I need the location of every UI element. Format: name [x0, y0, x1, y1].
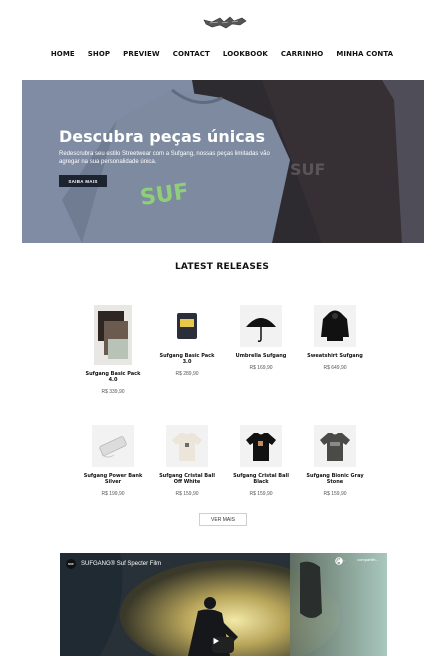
- power-bank-icon[interactable]: [92, 425, 134, 467]
- hero-title: Descubra peças únicas: [59, 127, 265, 146]
- channel-avatar[interactable]: SUF: [66, 559, 76, 569]
- product-name[interactable]: Sufgang Basic Pack 3.0: [157, 353, 217, 365]
- hoodie-icon[interactable]: [314, 305, 356, 347]
- product-card[interactable]: Sufgang Cristal Ball Off White R$ 159,90: [150, 425, 224, 497]
- nav-cart[interactable]: CARRINHO: [281, 50, 323, 58]
- share-label: compartilh...: [357, 557, 379, 562]
- latest-releases-title: LATEST RELEASES: [174, 262, 270, 272]
- svg-text:SUF: SUF: [290, 160, 325, 179]
- product-price: R$ 339,90: [101, 389, 125, 395]
- umbrella-icon[interactable]: [240, 305, 282, 347]
- product-grid-row-1: Sufgang Basic Pack 4.0 R$ 339,90 Sufgang…: [76, 305, 372, 395]
- product-name[interactable]: Sufgang Cristal Ball Off White: [157, 473, 217, 485]
- tshirt-black-icon[interactable]: [240, 425, 282, 467]
- nav-lookbook[interactable]: LOOKBOOK: [223, 50, 268, 58]
- play-button[interactable]: [212, 637, 234, 653]
- product-name[interactable]: Sweatshirt Sufgang: [305, 353, 365, 359]
- sufgang-logo[interactable]: [202, 12, 248, 34]
- share-icon: [336, 558, 344, 564]
- pack-4-icon[interactable]: [94, 305, 132, 365]
- product-price: R$ 199,90: [101, 491, 125, 497]
- tshirt-offwhite-icon[interactable]: [166, 425, 208, 467]
- product-card[interactable]: Sufgang Power Bank Silver R$ 199,90: [76, 425, 150, 497]
- product-price: R$ 649,90: [323, 365, 347, 371]
- hero-description: Redescrubra seu estilo Streetwear com a …: [59, 151, 270, 165]
- product-price: R$ 169,90: [249, 365, 273, 371]
- video-embed[interactable]: SUF SUFGANG® Suf Specter Film Ass... com…: [60, 553, 387, 656]
- product-price: R$ 159,90: [249, 491, 273, 497]
- main-nav: HOME SHOP PREVIEW CONTACT LOOKBOOK CARRI…: [0, 50, 444, 58]
- product-grid-row-2: Sufgang Power Bank Silver R$ 199,90 Sufg…: [76, 425, 372, 497]
- product-price: R$ 159,90: [323, 491, 347, 497]
- product-price: R$ 159,90: [175, 491, 199, 497]
- nav-home[interactable]: HOME: [51, 50, 75, 58]
- product-card[interactable]: Sweatshirt Sufgang R$ 649,90: [298, 305, 372, 395]
- product-name[interactable]: Umbrella Sufgang: [231, 353, 291, 359]
- product-name[interactable]: Sufgang Power Bank Silver: [83, 473, 143, 485]
- hero-banner: SUF SUF Descubra peças únicas Redescrubr…: [22, 80, 424, 243]
- product-card[interactable]: Sufgang Cristal Ball Black R$ 159,90: [224, 425, 298, 497]
- product-price: R$ 289,90: [175, 371, 199, 377]
- tshirt-gray-icon[interactable]: [314, 425, 356, 467]
- product-card[interactable]: Umbrella Sufgang R$ 169,90: [224, 305, 298, 395]
- saiba-mais-button[interactable]: SAIBA MAIS: [59, 175, 107, 187]
- pack-3-icon[interactable]: [166, 305, 208, 347]
- share-button[interactable]: compartilh...: [336, 557, 379, 564]
- product-card[interactable]: Sufgang Basic Pack 3.0 R$ 289,90: [150, 305, 224, 395]
- nav-contact[interactable]: CONTACT: [173, 50, 210, 58]
- video-actions: Ass... compartilh...: [335, 557, 379, 565]
- product-card[interactable]: Sufgang Bionic Gray Stone R$ 159,90: [298, 425, 372, 497]
- video-title[interactable]: SUFGANG® Suf Specter Film: [81, 561, 161, 567]
- product-name[interactable]: Sufgang Bionic Gray Stone: [305, 473, 365, 485]
- play-icon: [213, 637, 219, 645]
- nav-account[interactable]: MINHA CONTA: [336, 50, 393, 58]
- nav-shop[interactable]: SHOP: [88, 50, 110, 58]
- ver-mais-button[interactable]: VER MAIS: [199, 513, 247, 526]
- nav-preview[interactable]: PREVIEW: [123, 50, 160, 58]
- product-name[interactable]: Sufgang Basic Pack 4.0: [83, 371, 143, 383]
- product-card[interactable]: Sufgang Basic Pack 4.0 R$ 339,90: [76, 305, 150, 395]
- product-name[interactable]: Sufgang Cristal Ball Black: [231, 473, 291, 485]
